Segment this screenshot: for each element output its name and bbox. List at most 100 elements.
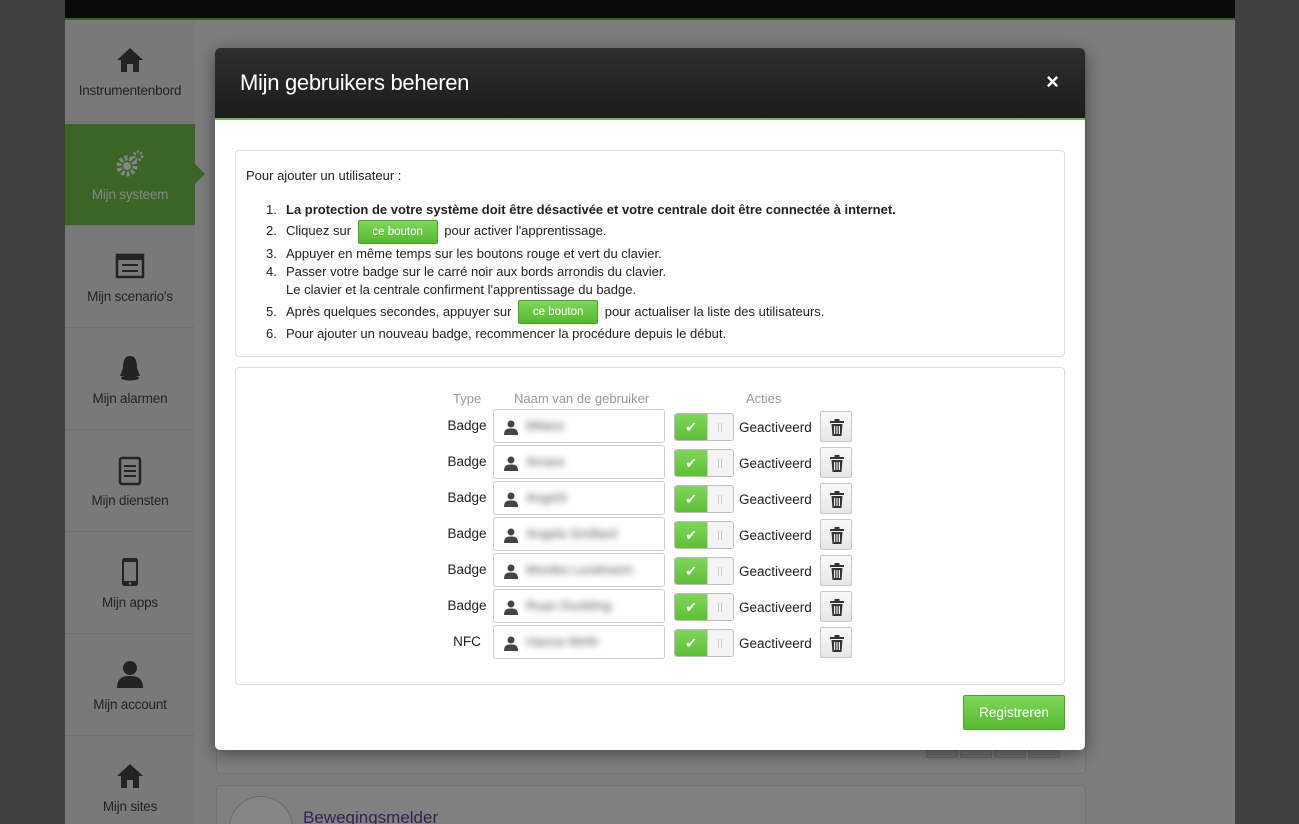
delete-user-button[interactable] [820,555,852,586]
check-icon: ✔ [675,414,707,440]
toggle-knob [707,414,733,440]
trash-icon [830,491,844,508]
delete-user-button[interactable] [820,447,852,478]
table-row: Badge Monika Lundmann ✔ Geactiveerd [236,553,1066,589]
start-learning-button[interactable]: ce bouton [357,219,438,244]
activation-toggle[interactable]: ✔ [674,521,734,549]
trash-icon [830,635,844,652]
user-name-text: Angela Smillard [526,526,618,541]
check-icon: ✔ [675,450,707,476]
user-type: Badge [447,562,487,577]
instruction-step: 5. Après quelques secondes, appuyer sur … [266,300,1046,325]
toggle-knob [707,450,733,476]
delete-user-button[interactable] [820,519,852,550]
step-text: Pour ajouter un nouveau badge, recommenc… [286,326,727,342]
toggle-knob [707,594,733,620]
register-button[interactable]: Registreren [963,695,1065,730]
step-text: Appuyer en même temps sur les boutons ro… [286,245,662,261]
trash-icon [830,419,844,436]
person-icon [504,528,518,543]
activation-toggle[interactable]: ✔ [674,593,734,621]
check-icon: ✔ [675,522,707,548]
user-name-text: Hanna Wirth [526,634,599,649]
person-icon [504,636,518,651]
user-type: Badge [447,526,487,541]
table-row: Badge Angela Smillard ✔ Geactiveerd [236,517,1066,553]
user-name-field[interactable]: Ruan Dunkling [493,589,665,623]
instruction-step: 4. Passer votre badge sur le carré noir … [266,263,1046,299]
user-name-text: Amara [526,454,565,469]
instructions-intro: Pour ajouter un utilisateur : [246,168,402,183]
refresh-users-button[interactable]: ce bouton [518,300,599,325]
instruction-step: 6. Pour ajouter un nouveau badge, recomm… [266,325,1046,343]
check-icon: ✔ [675,558,707,584]
column-header-type: Type [453,391,482,406]
user-type: Badge [447,598,487,613]
step-text: Cliquez sur [286,223,352,238]
delete-user-button[interactable] [820,483,852,514]
user-name-text: Monika Lundmann [526,562,633,577]
instructions-panel: Pour ajouter un utilisateur : 1. La prot… [235,150,1065,357]
trash-icon [830,455,844,472]
delete-user-button[interactable] [820,591,852,622]
activation-status: Geactiveerd [739,600,812,615]
activation-status: Geactiveerd [739,492,812,507]
activation-status: Geactiveerd [739,564,812,579]
step-number: 1. [266,202,277,217]
user-name-field[interactable]: Milano [493,409,665,443]
activation-toggle[interactable]: ✔ [674,485,734,513]
user-name-field[interactable]: Amara [493,445,665,479]
activation-status: Geactiveerd [739,420,812,435]
user-name-field[interactable]: Monika Lundmann [493,553,665,587]
step-text: La protection de votre système doit être… [286,202,896,217]
activation-toggle[interactable]: ✔ [674,449,734,477]
activation-status: Geactiveerd [739,456,812,471]
step-number: 2. [266,223,277,238]
user-name-field[interactable]: Angel3 [493,481,665,515]
modal-title: Mijn gebruikers beheren [240,70,470,95]
trash-icon [830,527,844,544]
modal-header: Mijn gebruikers beheren × [215,48,1085,120]
instruction-step: 3. Appuyer en même temps sur les boutons… [266,245,1046,263]
activation-toggle[interactable]: ✔ [674,557,734,585]
step-number: 5. [266,303,277,319]
column-header-actions: Acties [746,391,782,406]
activation-status: Geactiveerd [739,636,812,651]
user-type: NFC [453,634,481,649]
user-name-field[interactable]: Angela Smillard [493,517,665,551]
person-icon [504,600,518,615]
column-header-name: Naam van de gebruiker [514,391,650,406]
step-text: pour actualiser la liste des utilisateur… [604,303,825,319]
table-row: Badge Milano ✔ Geactiveerd [236,409,1066,445]
manage-users-modal: Mijn gebruikers beheren × Pour ajouter u… [215,48,1085,750]
table-row: Badge Ruan Dunkling ✔ Geactiveerd [236,589,1066,625]
instruction-step: 1. La protection de votre système doit ê… [266,201,1046,219]
delete-user-button[interactable] [820,411,852,442]
person-icon [504,420,518,435]
activation-toggle[interactable]: ✔ [674,413,734,441]
check-icon: ✔ [675,486,707,512]
activation-status: Geactiveerd [739,528,812,543]
delete-user-button[interactable] [820,627,852,658]
person-icon [504,456,518,471]
activation-toggle[interactable]: ✔ [674,629,734,657]
toggle-knob [707,558,733,584]
user-type: Badge [447,454,487,469]
user-type: Badge [447,490,487,505]
table-row: Badge Angel3 ✔ Geactiveerd [236,481,1066,517]
step-number: 4. [266,263,277,279]
person-icon [504,564,518,579]
step-text: Passer votre badge sur le carré noir aux… [286,263,667,279]
check-icon: ✔ [675,630,707,656]
toggle-knob [707,486,733,512]
trash-icon [830,563,844,580]
close-icon[interactable]: × [1046,70,1059,94]
users-table: Type Naam van de gebruiker Acties Badge M… [235,367,1065,685]
step-text: Après quelques secondes, appuyer sur [286,303,512,319]
user-name-field[interactable]: Hanna Wirth [493,625,665,659]
step-number: 6. [266,326,277,342]
user-name-text: Milano [526,418,565,433]
toggle-knob [707,522,733,548]
step-number: 3. [266,245,277,261]
step-text: Le clavier et la centrale confirment l'a… [286,281,637,297]
